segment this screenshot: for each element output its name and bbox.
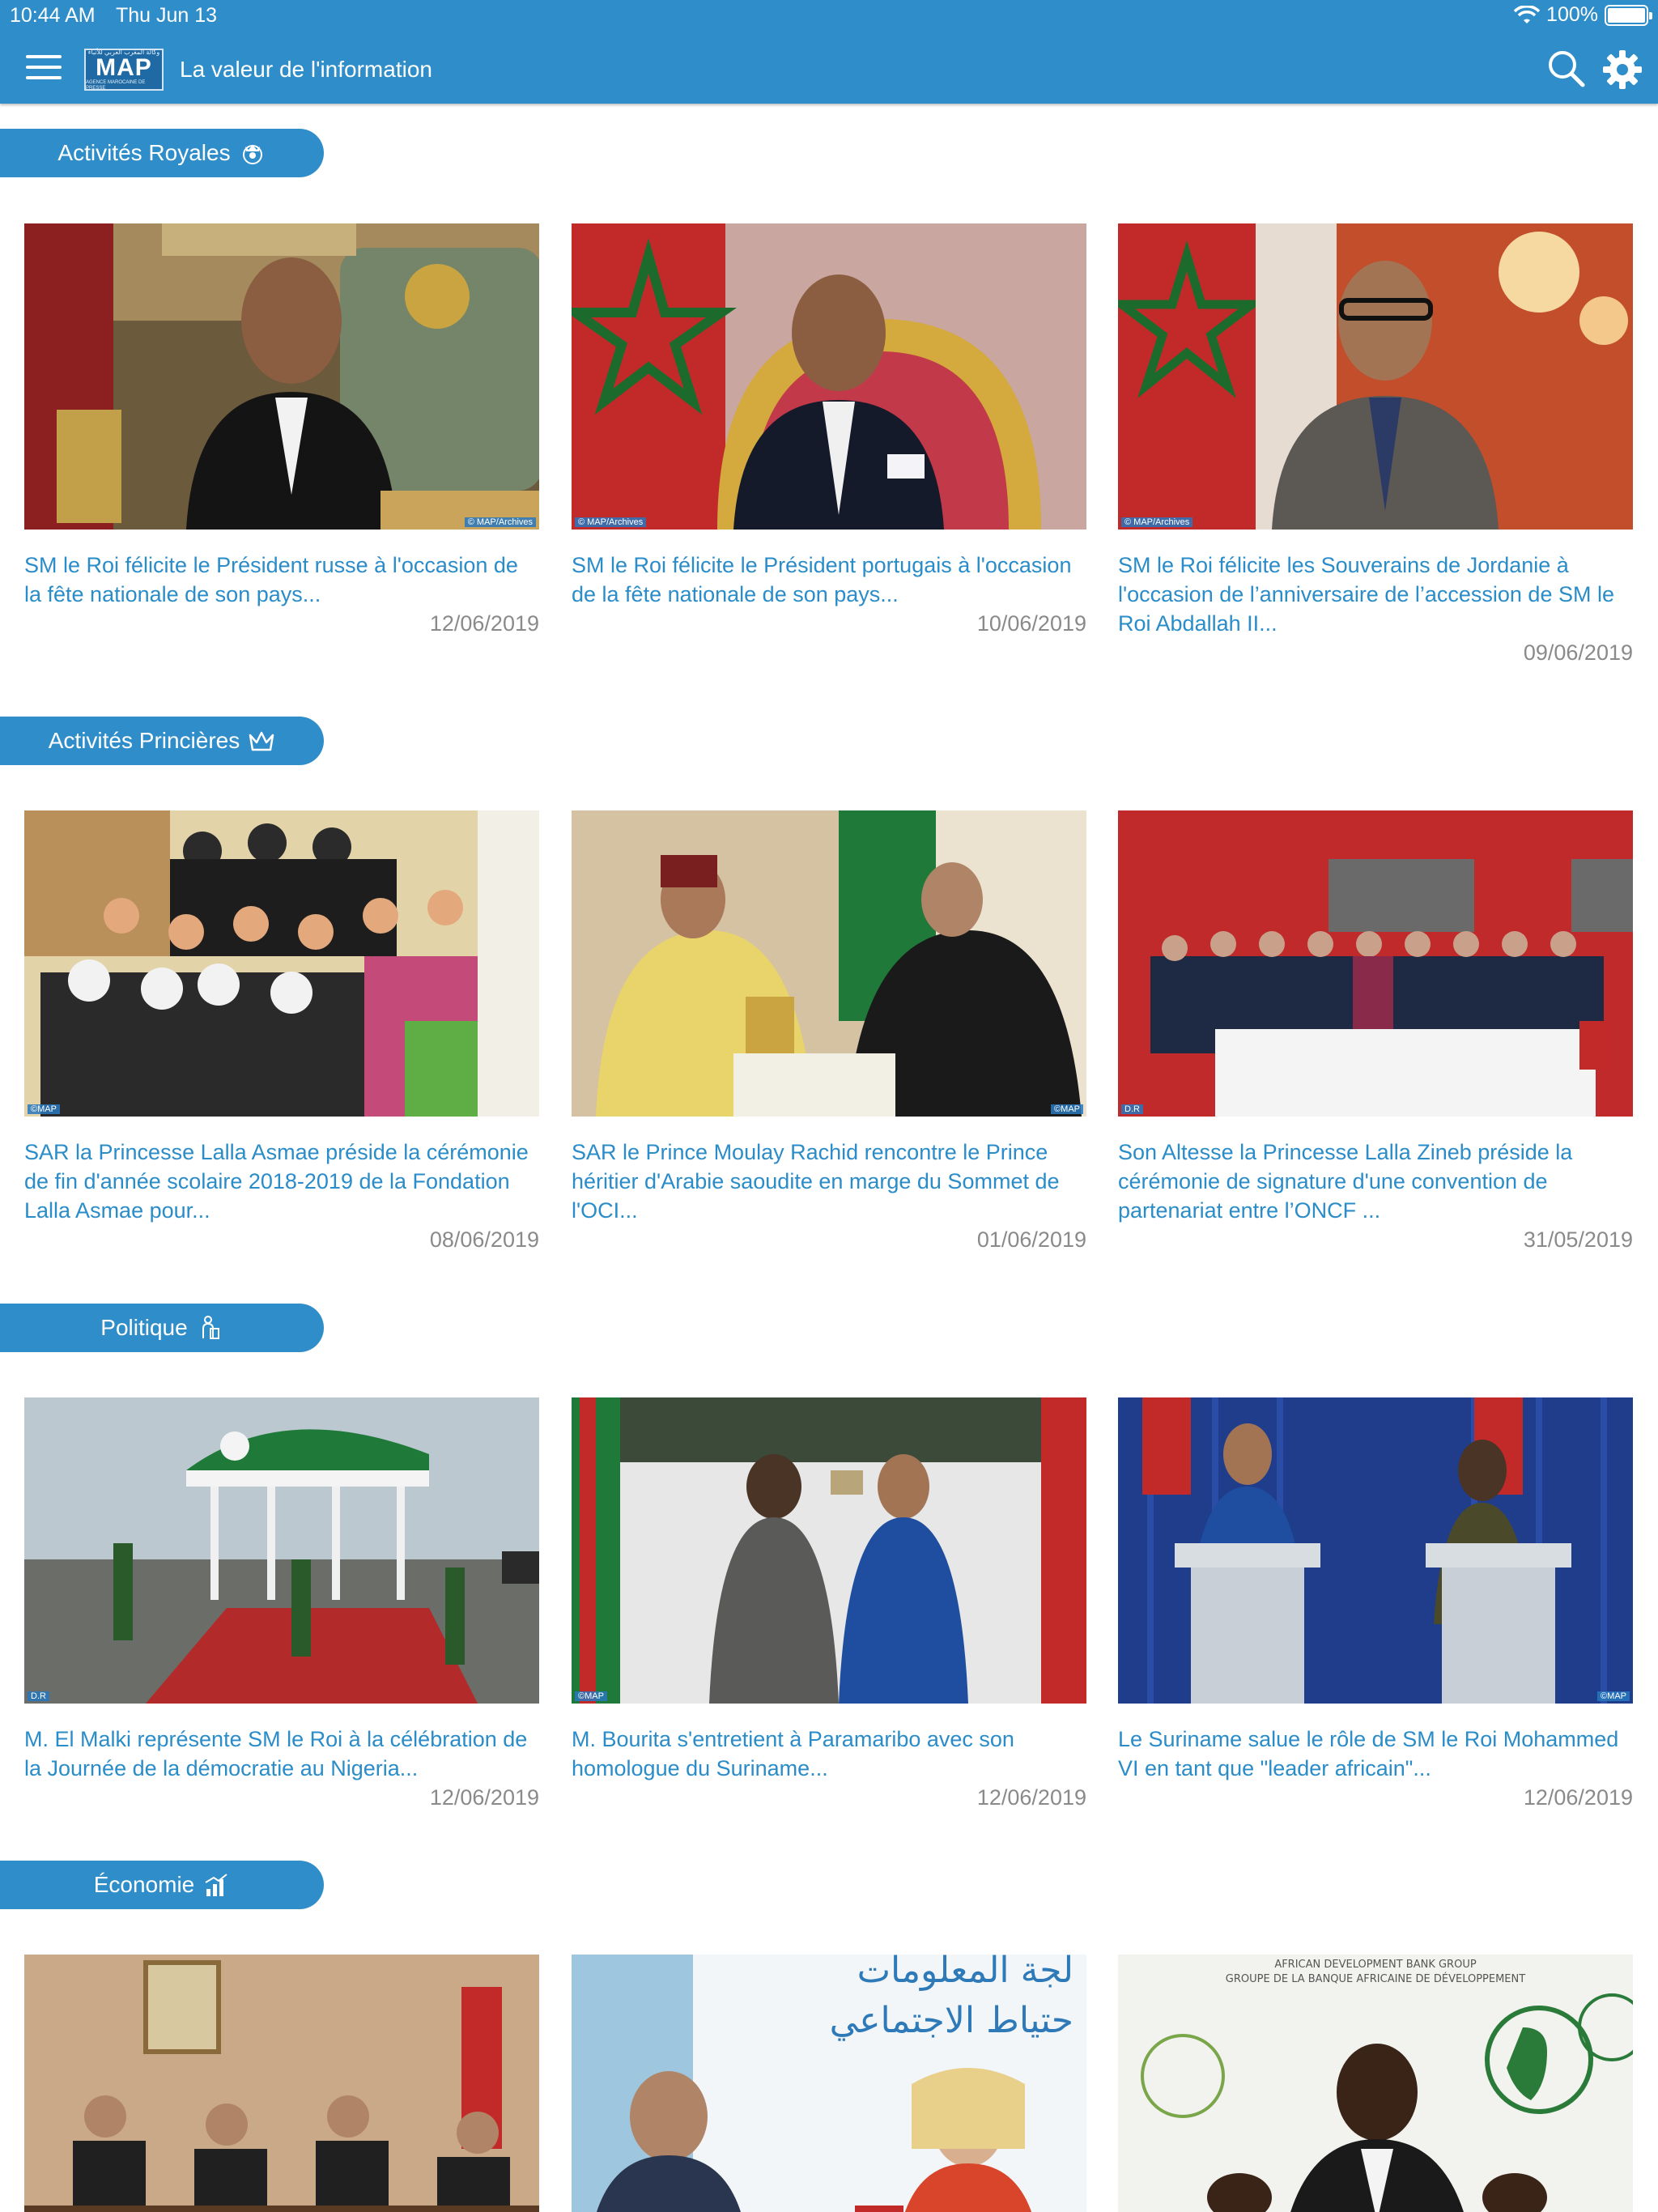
status-date: Thu Jun 13 [116, 4, 218, 27]
photo-credit: D.R [28, 1691, 49, 1701]
status-right: 100% [1514, 3, 1652, 27]
article-photo: © MAP/Archives [572, 223, 1086, 530]
section-label: Activités Royales [57, 140, 231, 165]
crown-icon [249, 731, 274, 751]
logo-wordmark: MAP [96, 53, 152, 81]
speaker-photo: AFRICAN DEVELOPMENT BANK GROUP GROUPE DE… [1118, 1955, 1633, 2212]
article-title[interactable]: SM le Roi félicite le Président portugai… [572, 551, 1086, 609]
banner-text-en: AFRICAN DEVELOPMENT BANK GROUP [1274, 1959, 1477, 1971]
conference-photo: لجة المعلومات حتياط الاجتماعي [572, 1955, 1086, 2212]
app-header: وكالة المغرب العربي للأنباء MAP AGENCE M… [0, 31, 1658, 104]
article-card[interactable]: © MAP/Archives SM le Roi félicite le Pré… [572, 223, 1086, 638]
article-photo: © MAP/Archives [24, 223, 539, 530]
article-card[interactable]: AFRICAN DEVELOPMENT BANK GROUP GROUPE DE… [1118, 1955, 1633, 2212]
article-card[interactable]: D.R Son Altesse la Princesse Lalla Zineb… [1118, 810, 1633, 1254]
article-title[interactable]: SAR le Prince Moulay Rachid rencontre le… [572, 1138, 1086, 1225]
photo-credit: ©MAP [575, 1691, 607, 1701]
article-photo: ©MAP [572, 1397, 1086, 1704]
section-activites-princieres[interactable]: Activités Princières [0, 717, 324, 765]
article-date: 31/05/2019 [1523, 1227, 1633, 1252]
article-date: 12/06/2019 [1523, 1785, 1633, 1810]
article-title[interactable]: SM le Roi félicite les Souverains de Jor… [1118, 551, 1633, 638]
header-tagline: La valeur de l'information [180, 57, 432, 82]
section-politique[interactable]: Politique [0, 1304, 324, 1352]
banner-text-line-2: حتياط الاجتماعي [830, 2000, 1073, 2041]
photo-credit: ©MAP [28, 1104, 60, 1114]
search-icon[interactable] [1546, 49, 1585, 87]
gear-icon[interactable] [1601, 49, 1643, 91]
article-date: 12/06/2019 [429, 1785, 539, 1810]
photo-credit: D.R [1121, 1104, 1143, 1114]
banner-text-fr: GROUPE DE LA BANQUE AFRICAINE DE DÉVELOP… [1226, 1972, 1525, 1985]
photo-credit: © MAP/Archives [1121, 517, 1193, 527]
article-date: 10/06/2019 [976, 611, 1086, 636]
article-card[interactable]: ©MAP Le Suriname salue le rôle de SM le … [1118, 1397, 1633, 1812]
wifi-icon [1514, 5, 1541, 23]
article-date: 08/06/2019 [429, 1227, 539, 1252]
logo-subtitle: AGENCE MAROCAINE DE PRESSE [86, 79, 146, 91]
article-date: 01/06/2019 [976, 1227, 1086, 1252]
economy-chart-icon [205, 1874, 227, 1896]
article-photo: D.R [1118, 810, 1633, 1117]
article-photo: ©MAP [572, 810, 1086, 1117]
article-title[interactable]: M. Bourita s'entretient à Paramaribo ave… [572, 1725, 1086, 1783]
battery-icon [1605, 4, 1652, 26]
battery-percent: 100% [1546, 3, 1598, 26]
article-date: 12/06/2019 [976, 1785, 1086, 1810]
article-photo: © MAP/Archives [1118, 223, 1633, 530]
article-photo: D.R [24, 1397, 539, 1704]
status-time: 10:44 AM [10, 4, 96, 27]
photo-credit: © MAP/Archives [575, 517, 647, 527]
hamburger-menu-icon[interactable] [26, 55, 62, 79]
map-logo: وكالة المغرب العربي للأنباء MAP AGENCE M… [84, 49, 164, 91]
article-card[interactable]: © MAP/Archives SM le Roi félicite le Pré… [24, 223, 539, 638]
article-card[interactable]: ©MAP SAR le Prince Moulay Rachid rencont… [572, 810, 1086, 1254]
article-title[interactable]: Le Suriname salue le rôle de SM le Roi M… [1118, 1725, 1633, 1783]
article-card[interactable]: ©MAP SAR la Princesse Lalla Asmae présid… [24, 810, 539, 1254]
article-title[interactable]: SM le Roi félicite le Président russe à … [24, 551, 539, 609]
royal-emblem-icon [242, 145, 262, 164]
article-date: 09/06/2019 [1523, 640, 1633, 665]
section-activites-royales[interactable]: Activités Royales [0, 129, 324, 177]
article-card[interactable] [24, 1955, 539, 2212]
article-card[interactable]: © MAP/Archives SM le Roi félicite les So… [1118, 223, 1633, 667]
politics-icon [202, 1316, 219, 1339]
banner-text-line-1: لجة المعلومات [857, 1955, 1073, 1991]
section-economie[interactable]: Économie [0, 1861, 324, 1909]
section-label: Économie [93, 1872, 195, 1897]
status-bar: 10:44 AM Thu Jun 13 100% [0, 0, 1658, 31]
meeting-photo [24, 1955, 539, 2212]
photo-credit: © MAP/Archives [464, 517, 536, 527]
article-title[interactable]: Son Altesse la Princesse Lalla Zineb pré… [1118, 1138, 1633, 1225]
article-photo: ©MAP [24, 810, 539, 1117]
article-title[interactable]: SAR la Princesse Lalla Asmae préside la … [24, 1138, 539, 1225]
section-label: Politique [100, 1315, 188, 1340]
photo-credit: ©MAP [1051, 1104, 1083, 1114]
article-date: 12/06/2019 [429, 611, 539, 636]
article-title[interactable]: M. El Malki représente SM le Roi à la cé… [24, 1725, 539, 1783]
photo-credit: ©MAP [1597, 1691, 1630, 1701]
article-card[interactable]: لجة المعلومات حتياط الاجتماعي [572, 1955, 1086, 2212]
article-card[interactable]: D.R M. El Malki représente SM le Roi à l… [24, 1397, 539, 1812]
article-card[interactable]: ©MAP M. Bourita s'entretient à Paramarib… [572, 1397, 1086, 1812]
article-photo: ©MAP [1118, 1397, 1633, 1704]
section-label: Activités Princières [48, 728, 240, 753]
